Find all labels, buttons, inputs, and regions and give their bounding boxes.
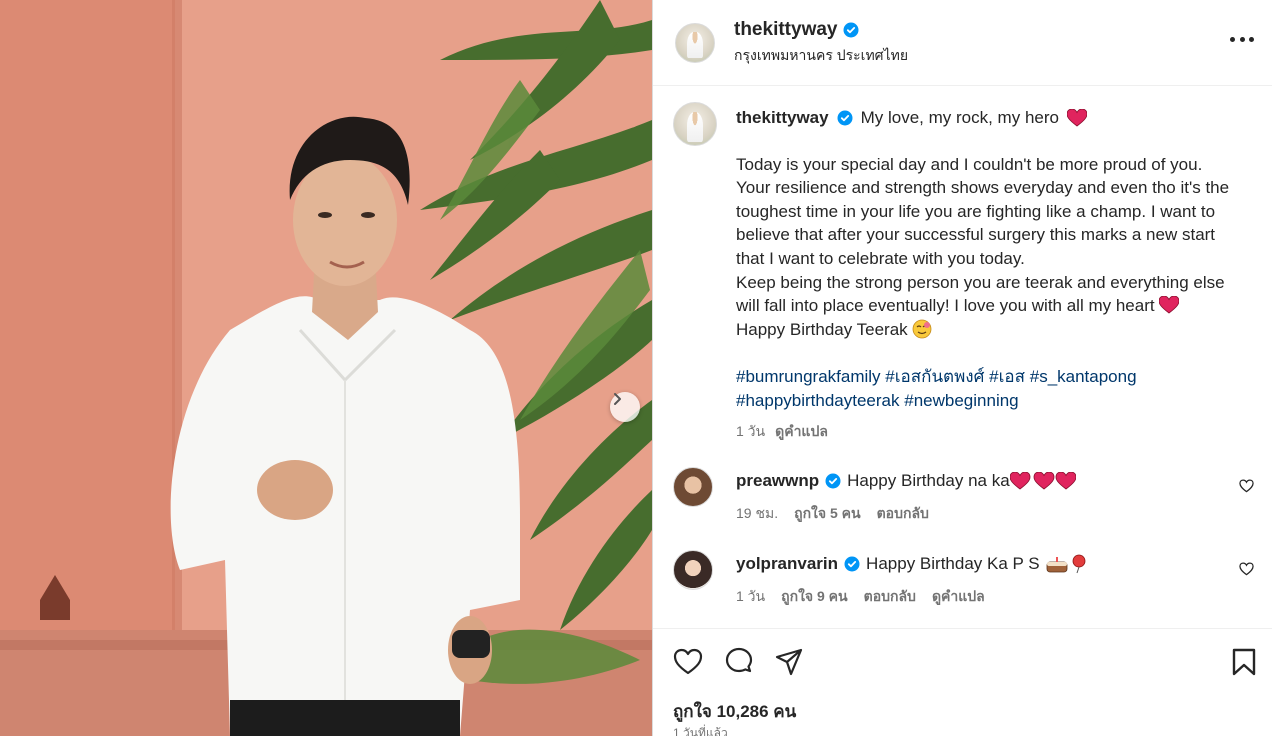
comment-like-heart-icon[interactable] [1239,479,1254,493]
verified-icon [825,473,841,489]
avatar[interactable] [673,550,713,590]
comment-time[interactable]: 1 วัน [736,586,765,608]
post-details-panel: thekittyway กรุงเทพมหานคร ประเทศไทย thek… [653,0,1272,736]
heart-icon[interactable] [673,647,703,677]
caption-line-with-emoji: will fall into place eventually! I love … [736,294,1258,318]
post-photo-image [0,0,652,736]
comment-text: Happy Birthday Ka P S [866,554,1040,573]
comment-like-heart-icon[interactable] [1239,562,1254,576]
face-emoji-icon [913,319,932,339]
red-heart-emoji-icon [1066,108,1087,127]
see-translation-button[interactable]: ดูคำแปล [775,420,828,444]
caption-line: will fall into place eventually! I love … [736,296,1155,316]
caption-line: that I want to celebrate with you today. [736,248,1025,268]
hashtag-link[interactable]: #เอสกันตพงศ์ [885,367,984,386]
verified-icon [843,22,859,37]
avatar[interactable] [673,102,717,146]
comment-text: Happy Birthday na ka [847,471,1010,490]
hashtag-link[interactable]: #เอส [989,367,1025,386]
caption-author-username[interactable]: thekittyway [736,106,829,130]
reply-button[interactable]: ตอบกลับ [877,503,929,525]
caption-line: Today is your special day and I couldn't… [736,154,1203,174]
post-header: thekittyway กรุงเทพมหานคร ประเทศไทย [653,0,1272,86]
verified-icon [837,110,853,126]
caption-line: believe that after your successful surge… [736,225,1216,245]
likes-count[interactable]: ถูกใจ 10,286 คน [673,698,796,725]
red-hearts-emoji-icon [1009,472,1076,490]
avatar[interactable] [675,22,715,63]
post-author-username[interactable]: thekittyway [734,19,837,41]
comment-likes[interactable]: ถูกใจ 5 คน [794,503,861,525]
comment-username[interactable]: yolpranvarin [736,554,838,574]
caption-meta: 1 วัน ดูคำแปล [736,420,1258,444]
caption-line: Your resilience and strength shows every… [736,178,1230,198]
hashtag-link[interactable]: #newbeginning [904,391,1018,410]
caption-time[interactable]: 1 วัน [736,420,765,444]
reply-button[interactable]: ตอบกลับ [864,586,916,608]
caption-line-with-emoji: Happy Birthday Teerak [736,318,1258,342]
post-actions-bar: ถูกใจ 10,286 คน 1 วันที่แล้ว [653,628,1272,736]
hashtag-link[interactable]: #happybirthdayteerak [736,391,900,410]
comment-item: preawwnp Happy Birthday na ka 19 ชม. ถูก… [673,467,1258,525]
comment-likes[interactable]: ถูกใจ 9 คน [781,586,848,608]
chevron-right-icon [614,393,621,405]
caption-line: toughest time in your life you are fight… [736,201,1216,221]
more-options-icon[interactable] [1230,34,1254,44]
post-caption: thekittyway My love, my rock, my hero To… [673,100,1258,444]
hashtag-link[interactable]: #bumrungrakfamily [736,367,881,386]
caption-first-line: My love, my rock, my hero [860,108,1059,127]
red-heart-emoji-icon [1159,296,1180,314]
cake-balloon-emoji-icon [1046,554,1086,574]
comment-item: yolpranvarin Happy Birthday Ka P S 1 วัน… [673,550,1258,608]
share-icon[interactable] [774,647,804,677]
caption-line: Happy Birthday Teerak [736,319,908,339]
next-photo-button[interactable] [610,392,640,422]
caption-line: Keep being the strong person you are tee… [736,272,1225,292]
verified-icon [844,556,860,572]
post-location[interactable]: กรุงเทพมหานคร ประเทศไทย [734,45,908,67]
comment-icon[interactable] [724,647,754,677]
bookmark-icon[interactable] [1229,647,1259,677]
comment-username[interactable]: preawwnp [736,471,819,491]
hashtag-link[interactable]: #s_kantapong [1030,367,1137,386]
see-translation-button[interactable]: ดูคำแปล [932,586,985,608]
comment-time[interactable]: 19 ชม. [736,503,778,525]
post-photo [0,0,652,736]
post-time[interactable]: 1 วันที่แล้ว [673,724,728,736]
caption-hashtags: #bumrungrakfamily #เอสกันตพงศ์ #เอส #s_k… [736,365,1258,412]
avatar[interactable] [673,467,713,507]
